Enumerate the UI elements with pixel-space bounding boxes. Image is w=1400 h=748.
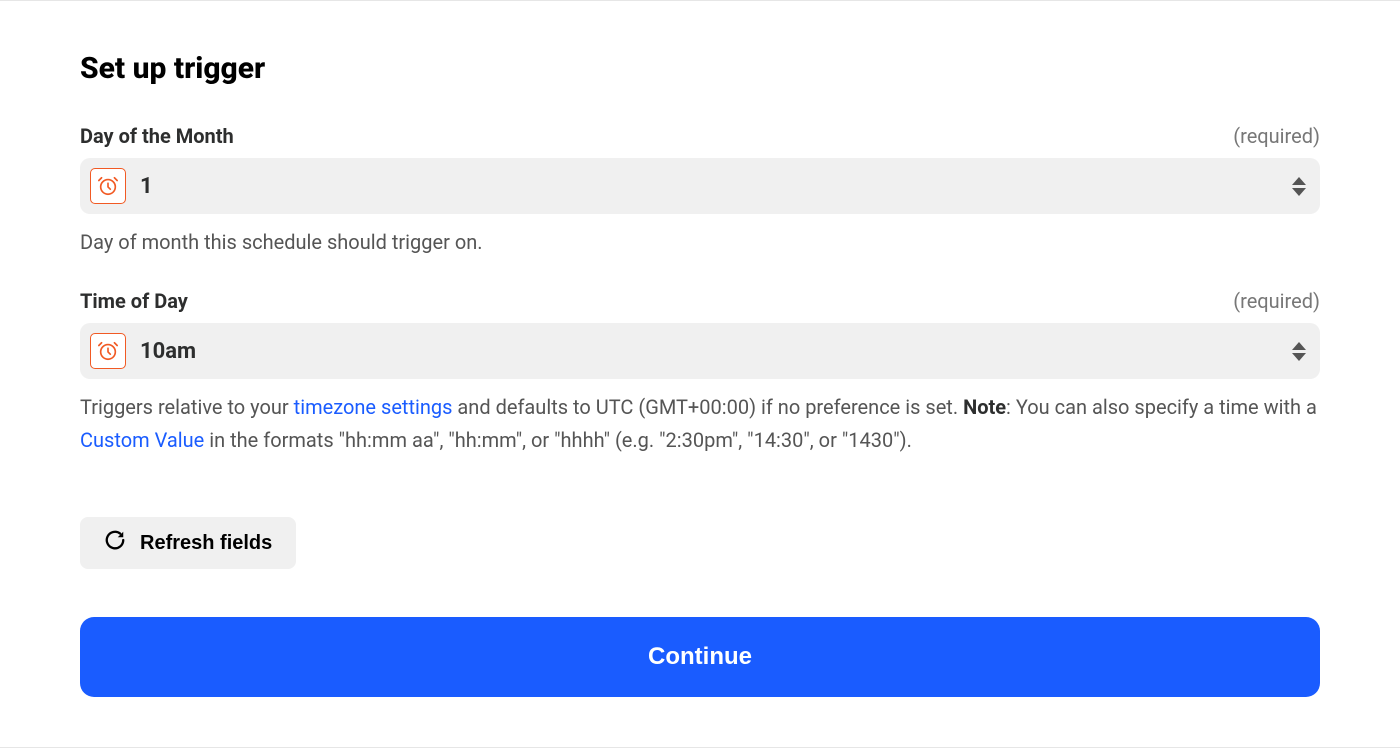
day-of-month-label: Day of the Month <box>80 124 234 148</box>
alarm-clock-icon <box>90 333 126 369</box>
time-of-day-helper: Triggers relative to your timezone setti… <box>80 391 1320 457</box>
alarm-clock-icon <box>90 168 126 204</box>
sort-arrows-icon <box>1292 342 1306 361</box>
time-of-day-select[interactable]: 10am <box>80 323 1320 379</box>
day-of-month-field-group: Day of the Month (required) 1 Day of mon… <box>80 124 1320 259</box>
helper-text-mid2: : You can also specify a time with a <box>1006 395 1317 419</box>
helper-text-prefix: Triggers relative to your <box>80 395 294 419</box>
day-of-month-value: 1 <box>140 174 1292 199</box>
helper-text-suffix: in the formats "hh:mm aa", "hh:mm", or "… <box>204 428 912 452</box>
page-title: Set up trigger <box>80 51 1320 86</box>
label-row: Time of Day (required) <box>80 289 1320 313</box>
day-of-month-select[interactable]: 1 <box>80 158 1320 214</box>
refresh-icon <box>104 529 126 557</box>
required-tag: (required) <box>1233 289 1320 313</box>
refresh-fields-button[interactable]: Refresh fields <box>80 517 296 569</box>
helper-text-mid1: and defaults to UTC (GMT+00:00) if no pr… <box>452 395 963 419</box>
custom-value-link[interactable]: Custom Value <box>80 428 204 452</box>
required-tag: (required) <box>1233 124 1320 148</box>
note-label: Note <box>963 395 1006 419</box>
sort-arrows-icon <box>1292 177 1306 196</box>
time-of-day-value: 10am <box>140 339 1292 364</box>
continue-button[interactable]: Continue <box>80 617 1320 697</box>
time-of-day-field-group: Time of Day (required) 10am Triggers rel… <box>80 289 1320 457</box>
day-of-month-helper: Day of month this schedule should trigge… <box>80 226 1320 259</box>
time-of-day-label: Time of Day <box>80 289 188 313</box>
timezone-settings-link[interactable]: timezone settings <box>294 395 453 419</box>
label-row: Day of the Month (required) <box>80 124 1320 148</box>
refresh-button-label: Refresh fields <box>140 532 272 555</box>
